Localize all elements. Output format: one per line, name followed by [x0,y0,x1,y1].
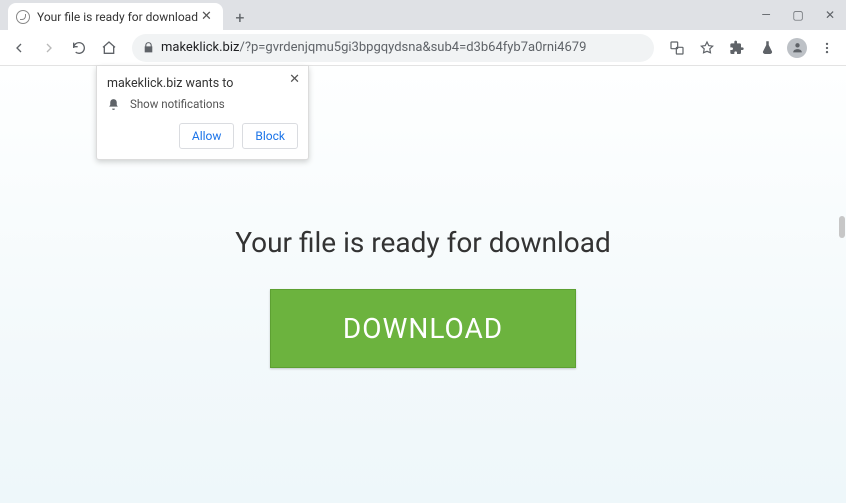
notification-prompt: ✕ makeklick.biz wants to Show notificati… [96,66,309,160]
titlebar: Your file is ready for download ✕ + — ▢ … [0,0,846,30]
tab-close-icon[interactable]: ✕ [198,9,215,24]
toolbar: makeklick.biz/?p=gvrdenjqmu5gi3bpgqydsna… [0,30,846,66]
maximize-button[interactable]: ▢ [782,0,814,30]
notification-origin: makeklick.biz wants to [107,76,298,91]
page-headline: Your file is ready for download [0,226,846,259]
notification-message: Show notifications [130,97,225,111]
globe-icon [16,10,30,24]
profile-avatar[interactable] [784,35,810,61]
bell-icon [107,98,120,111]
browser-tab[interactable]: Your file is ready for download ✕ [8,3,223,30]
allow-button[interactable]: Allow [179,123,235,149]
download-button[interactable]: DOWNLOAD [270,289,576,368]
forward-button[interactable] [36,35,62,61]
home-button[interactable] [96,35,122,61]
address-bar[interactable]: makeklick.biz/?p=gvrdenjqmu5gi3bpgqydsna… [132,34,654,62]
page-content: ✕ makeklick.biz wants to Show notificati… [0,66,846,503]
reload-button[interactable] [66,35,92,61]
extensions-icon[interactable] [724,35,750,61]
window-close-button[interactable]: ✕ [814,0,846,30]
avatar-icon [787,38,807,58]
block-button[interactable]: Block [242,123,298,149]
lab-icon[interactable] [754,35,780,61]
back-button[interactable] [6,35,32,61]
new-tab-button[interactable]: + [227,4,253,30]
url-text: makeklick.biz/?p=gvrdenjqmu5gi3bpgqydsna… [161,40,586,55]
menu-icon[interactable] [814,35,840,61]
scrollbar-thumb[interactable] [839,216,845,238]
translate-icon[interactable] [664,35,690,61]
lock-icon [142,41,155,54]
tab-title: Your file is ready for download [37,10,198,24]
close-icon[interactable]: ✕ [289,72,300,87]
minimize-button[interactable]: — [750,0,782,30]
window-controls: — ▢ ✕ [750,0,846,30]
star-icon[interactable] [694,35,720,61]
